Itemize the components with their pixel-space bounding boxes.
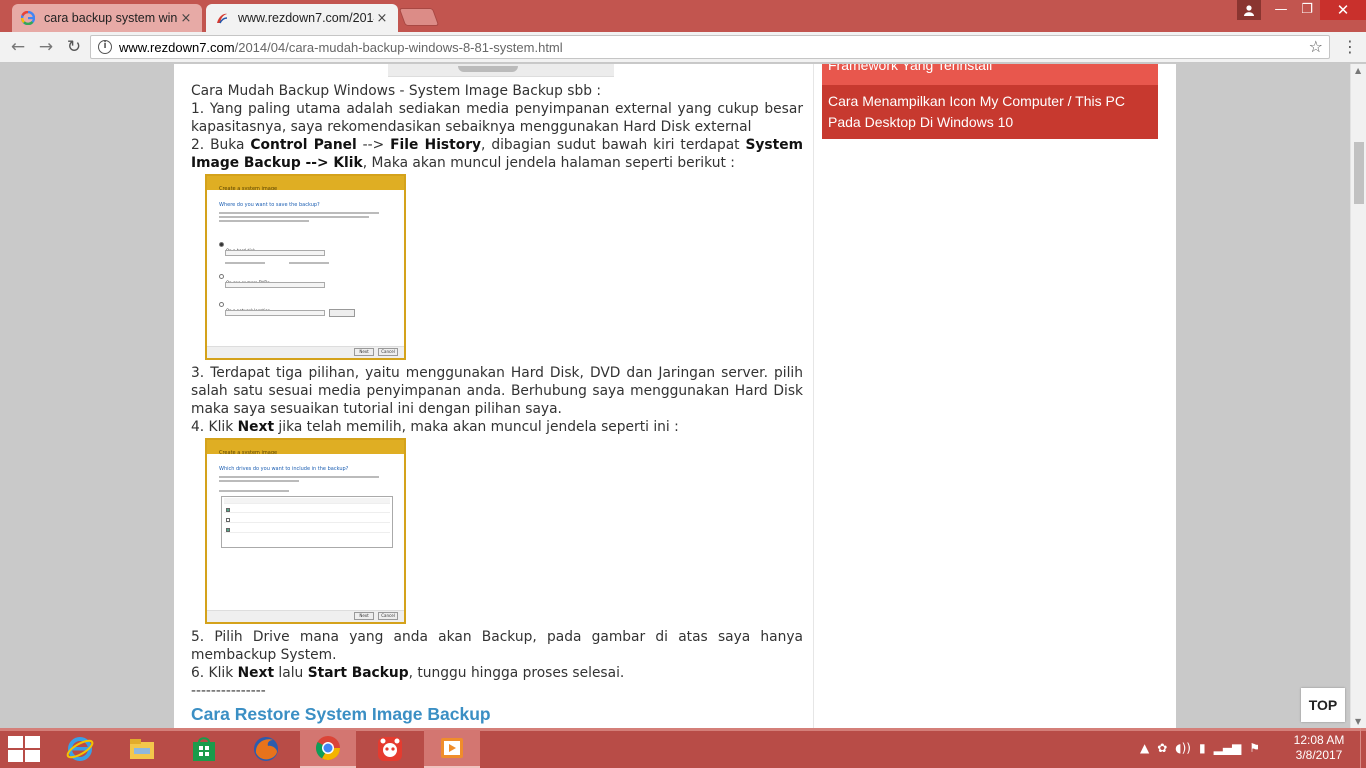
step-6: 6. Klik Next lalu Start Backup, tunggu h… [191,665,625,681]
screenshot-create-system-image-drives[interactable]: Create a system image Which drives do yo… [205,438,406,624]
scroll-up-arrow-icon[interactable]: ▲ [1355,66,1361,75]
show-hidden-icons-icon[interactable]: ▲ [1140,741,1149,755]
dialog-titlebar: Create a system image [207,440,404,456]
chrome-menu-button[interactable]: ⋮ [1340,38,1360,58]
ie-icon[interactable] [52,730,108,768]
network-share-icon[interactable]: ✿ [1157,741,1167,755]
step-4: 4. Klik Next jika telah memilih, maka ak… [191,419,679,435]
browser-titlebar: cara backup system wind × www.rezdown7.c… [0,0,1366,32]
minimize-button[interactable]: — [1268,0,1294,20]
system-tray: ▲ ✿ ◖)) ▮ ▂▄▆ ⚑ [1140,738,1260,758]
back-button[interactable]: ← [6,36,30,58]
tab-close-icon[interactable]: × [178,11,194,26]
sidebar-link-framework[interactable]: Framework Yang Terinstall [822,64,1158,85]
media-player-icon[interactable] [424,730,480,768]
step-1: 1. Yang paling utama adalah sediakan med… [191,101,803,135]
tab-title: www.rezdown7.com/2014 [238,11,374,25]
red-app-icon[interactable] [362,730,418,768]
page-container: Cara Mudah Backup Windows - System Image… [174,64,1176,728]
tab-google-search[interactable]: cara backup system wind × [12,4,202,32]
url-text[interactable]: www.rezdown7.com/2014/04/cara-mudah-back… [119,40,563,55]
google-g-icon [20,10,36,26]
info-icon[interactable]: i [98,40,112,54]
url-path: /2014/04/cara-mudah-backup-windows-8-81-… [234,40,563,55]
tab-title: cara backup system wind [44,11,178,25]
file-explorer-icon[interactable] [114,730,170,768]
page-viewport: Cara Mudah Backup Windows - System Image… [0,64,1350,728]
step-3: 3. Terdapat tiga pilihan, yaitu mengguna… [191,365,803,417]
store-icon[interactable] [176,730,232,768]
vertical-scrollbar[interactable]: ▲ ▼ [1350,64,1366,728]
dialog-titlebar: Create a system image [207,176,404,192]
bookmark-star-icon[interactable]: ☆ [1309,37,1323,56]
close-window-button[interactable]: ✕ [1320,0,1366,20]
windows-taskbar: ▲ ✿ ◖)) ▮ ▂▄▆ ⚑ 12:08 AM 3/8/2017 [0,728,1366,768]
speaker-icon[interactable]: ◖)) [1175,741,1191,755]
browser-toolbar: ← → ↻ i www.rezdown7.com/2014/04/cara-mu… [0,32,1366,63]
restore-heading-link[interactable]: Cara Restore System Image Backup [191,705,803,723]
clock-time: 12:08 AM [1293,733,1345,747]
scroll-down-arrow-icon[interactable]: ▼ [1355,717,1361,726]
article-intro: Cara Mudah Backup Windows - System Image… [191,83,602,99]
firefox-icon[interactable] [238,730,294,768]
chrome-icon[interactable] [300,730,356,768]
step-5: 5. Pilih Drive mana yang anda akan Backu… [191,629,803,663]
clock-date: 3/8/2017 [1295,748,1343,762]
tab-rezdown7[interactable]: www.rezdown7.com/2014 × [206,4,398,32]
post-column: Cara Mudah Backup Windows - System Image… [174,64,814,728]
scrollbar-thumb[interactable] [1354,142,1364,204]
sidebar-link-my-computer-icon[interactable]: Cara Menampilkan Icon My Computer / This… [822,85,1158,139]
maximize-button[interactable]: ❐ [1294,0,1320,20]
battery-icon[interactable]: ▮ [1199,741,1206,755]
article-body: Cara Mudah Backup Windows - System Image… [191,82,803,723]
rezdown-favicon-icon [214,10,230,26]
wifi-signal-icon[interactable]: ▂▄▆ [1214,741,1242,755]
user-icon[interactable] [1237,0,1261,20]
reload-button[interactable]: ↻ [62,36,86,58]
step-2: 2. Buka Control Panel --> File History, … [191,137,803,171]
address-bar[interactable]: i www.rezdown7.com/2014/04/cara-mudah-ba… [90,35,1330,59]
tab-close-icon[interactable]: × [374,11,390,26]
forward-button[interactable]: → [34,36,58,58]
start-button[interactable] [8,736,40,762]
action-center-flag-icon[interactable]: ⚑ [1249,741,1260,755]
show-desktop-button[interactable] [1360,728,1366,768]
back-to-top-button[interactable]: TOP [1301,688,1345,722]
new-tab-button[interactable] [398,8,440,26]
url-host: www.rezdown7.com [119,40,235,55]
previous-image-remnant [388,64,614,77]
taskbar-clock[interactable]: 12:08 AM 3/8/2017 [1288,733,1350,763]
divider-text: --------------- [191,683,266,699]
screenshot-create-system-image-location[interactable]: Create a system image Where do you want … [205,174,406,360]
